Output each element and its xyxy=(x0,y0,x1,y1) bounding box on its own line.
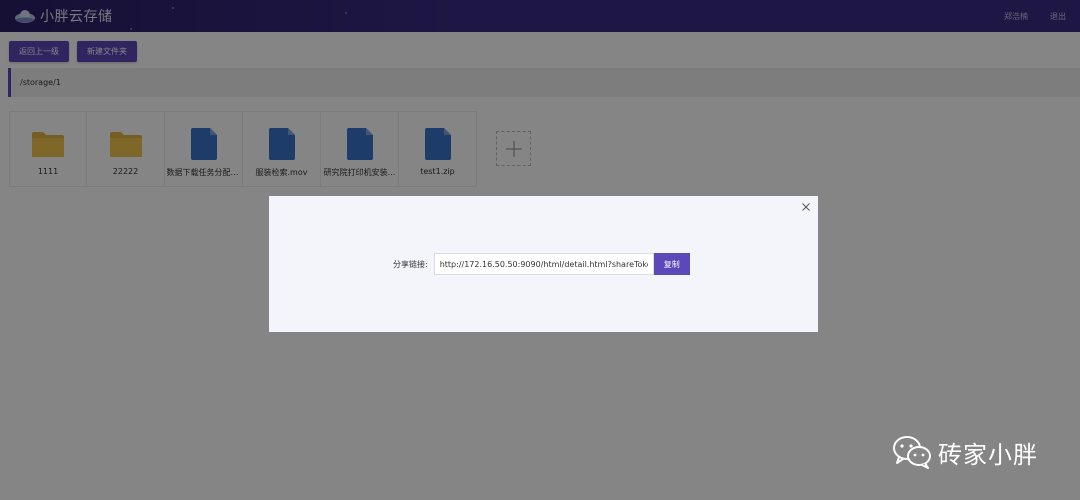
watermark: 砖家小胖 xyxy=(892,432,1038,472)
share-dialog: 分享链接: 复制 xyxy=(269,196,818,332)
wechat-icon xyxy=(893,436,931,469)
watermark-text: 砖家小胖 xyxy=(938,440,1038,469)
share-link-input[interactable] xyxy=(433,253,654,275)
share-link-label: 分享链接: xyxy=(393,259,428,269)
copy-button[interactable]: 复制 xyxy=(653,253,690,275)
share-link-row: 分享链接: 复制 xyxy=(393,253,690,275)
close-button[interactable] xyxy=(800,201,812,213)
close-icon xyxy=(802,203,810,211)
